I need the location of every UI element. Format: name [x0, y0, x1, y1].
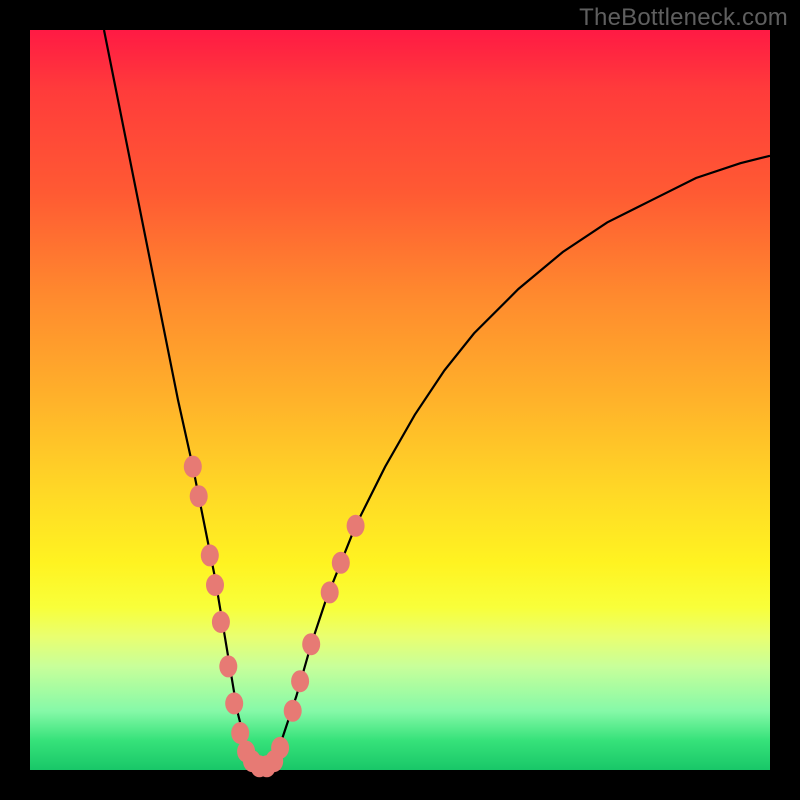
plot-area	[30, 30, 770, 770]
highlight-marker	[347, 515, 365, 537]
highlight-marker	[206, 574, 224, 596]
highlight-marker	[271, 737, 289, 759]
highlight-marker	[291, 670, 309, 692]
marker-group	[184, 456, 365, 778]
highlight-marker	[225, 692, 243, 714]
highlight-marker	[212, 611, 230, 633]
chart-frame: TheBottleneck.com	[0, 0, 800, 800]
highlight-marker	[321, 581, 339, 603]
highlight-marker	[190, 485, 208, 507]
highlight-marker	[332, 552, 350, 574]
highlight-marker	[184, 456, 202, 478]
highlight-marker	[219, 655, 237, 677]
highlight-marker	[302, 633, 320, 655]
highlight-marker	[201, 544, 219, 566]
curve-svg	[30, 30, 770, 770]
watermark-text: TheBottleneck.com	[579, 4, 788, 32]
bottleneck-curve	[104, 30, 770, 770]
highlight-marker	[284, 700, 302, 722]
